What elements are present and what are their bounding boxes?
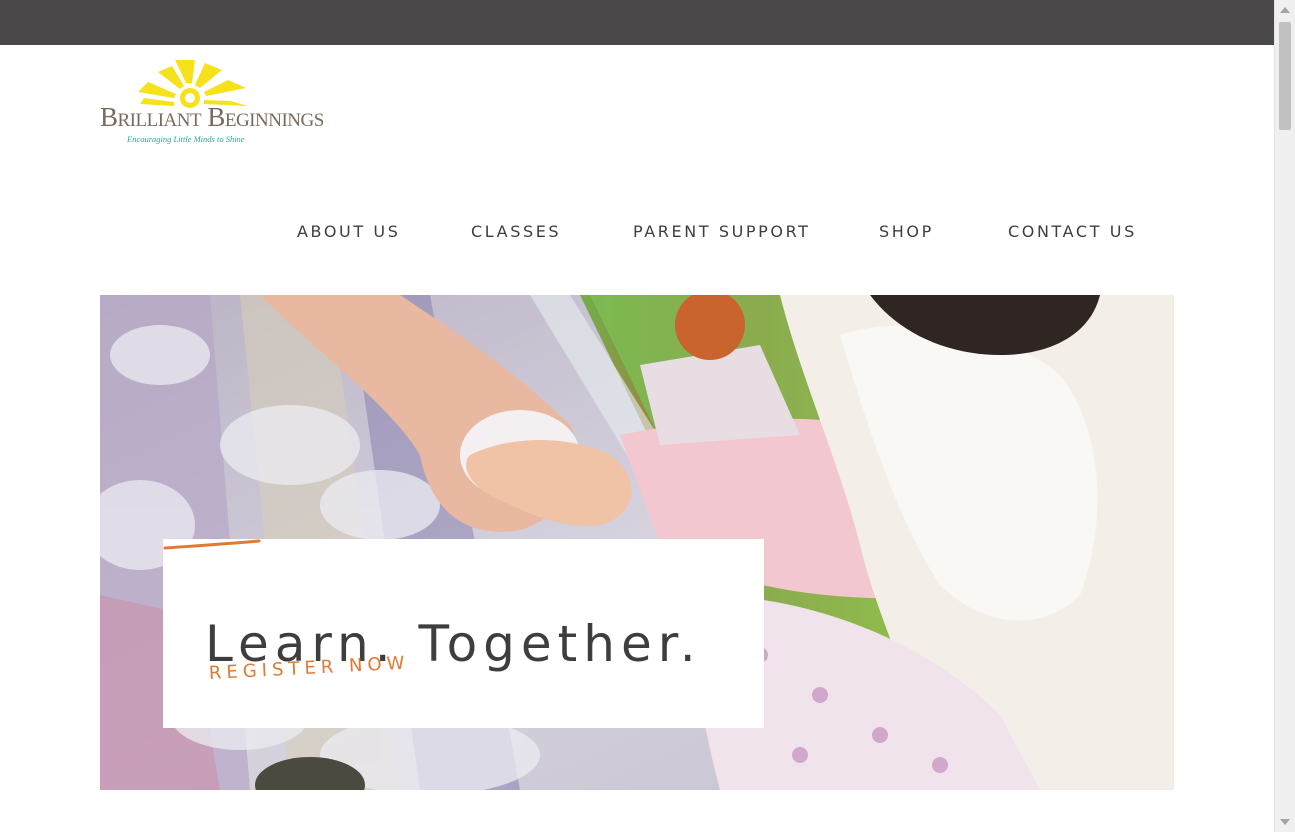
register-underline [163, 539, 261, 550]
logo-wordmark: Brilliant Beginnings [100, 102, 324, 132]
hero-banner: Learn. Together. REGISTER NOW [100, 295, 1174, 790]
site-logo[interactable]: Brilliant Beginnings Encouraging Little … [100, 58, 324, 150]
nav-item-contact-us[interactable]: CONTACT US [1008, 222, 1137, 241]
scroll-down-arrow-icon[interactable] [1280, 819, 1290, 825]
nav-item-parent-support[interactable]: PARENT SUPPORT [633, 222, 811, 241]
main-navigation: ABOUT US CLASSES PARENT SUPPORT SHOP CON… [0, 222, 1274, 244]
top-bar [0, 0, 1274, 45]
nav-item-shop[interactable]: SHOP [879, 222, 934, 241]
nav-item-about-us[interactable]: ABOUT US [297, 222, 400, 241]
nav-item-classes[interactable]: CLASSES [471, 222, 561, 241]
scroll-thumb[interactable] [1279, 22, 1291, 130]
vertical-scrollbar[interactable] [1274, 0, 1295, 832]
hero-card: Learn. Together. REGISTER NOW [163, 539, 764, 728]
logo-tagline: Encouraging Little Minds to Shine [127, 134, 245, 144]
scroll-up-arrow-icon[interactable] [1280, 7, 1290, 13]
